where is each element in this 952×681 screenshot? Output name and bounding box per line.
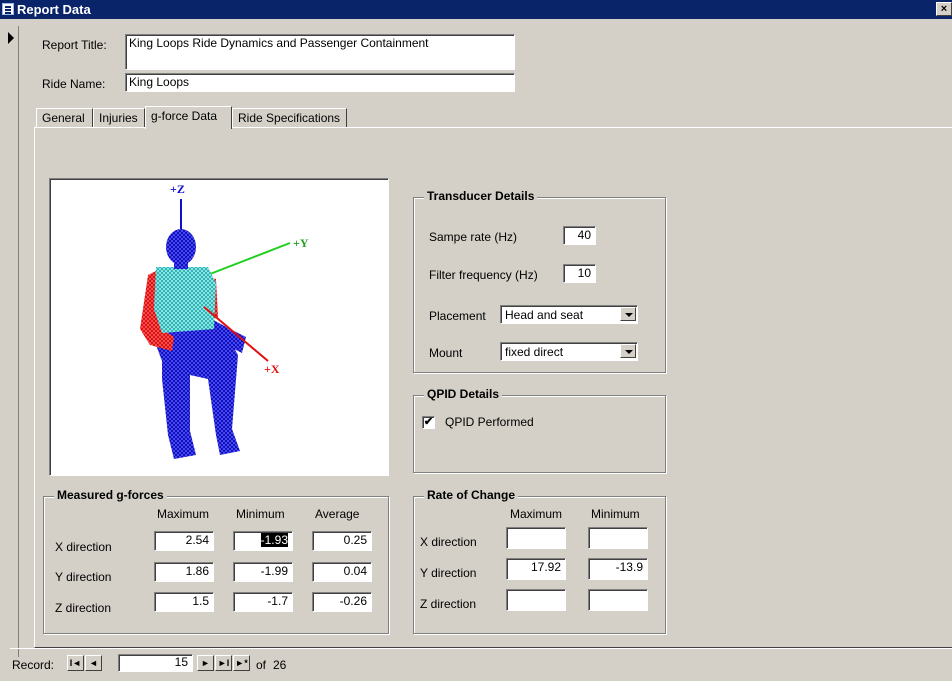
neck bbox=[174, 261, 188, 269]
y-axis-line bbox=[209, 242, 291, 275]
qpid-details-group: QPID Details bbox=[413, 387, 666, 473]
measured-x-min[interactable]: -1.93 bbox=[233, 531, 293, 551]
rate-z-max[interactable] bbox=[506, 589, 566, 611]
head bbox=[166, 229, 196, 265]
next-record-button[interactable]: ► bbox=[197, 655, 214, 671]
measured-y-avg[interactable]: 0.04 bbox=[312, 562, 372, 582]
mount-dropdown[interactable]: fixed direct bbox=[500, 342, 638, 361]
measured-z-avg[interactable]: -0.26 bbox=[312, 592, 372, 612]
placement-value: Head and seat bbox=[505, 308, 584, 322]
x-axis-label: +X bbox=[264, 362, 280, 376]
measured-x-max[interactable]: 2.54 bbox=[154, 531, 214, 551]
new-record-button[interactable]: ►* bbox=[233, 655, 250, 671]
rate-z-min[interactable] bbox=[588, 589, 648, 611]
measured-col-minimum: Minimum bbox=[236, 507, 285, 521]
ride-name-label: Ride Name: bbox=[42, 77, 106, 91]
torso bbox=[154, 267, 216, 333]
measured-z-max[interactable]: 1.5 bbox=[154, 592, 214, 612]
measured-g-forces-title: Measured g-forces bbox=[54, 488, 167, 502]
mount-value: fixed direct bbox=[505, 345, 564, 359]
measured-x-avg[interactable]: 0.25 bbox=[312, 531, 372, 551]
record-selector-bar[interactable] bbox=[4, 26, 19, 657]
report-title-label: Report Title: bbox=[42, 38, 107, 52]
tab-injuries[interactable]: Injuries bbox=[93, 108, 145, 128]
previous-record-button[interactable]: ◄ bbox=[85, 655, 102, 671]
measured-z-min[interactable]: -1.7 bbox=[233, 592, 293, 612]
record-label: Record: bbox=[12, 658, 55, 672]
z-axis-label: +Z bbox=[170, 182, 185, 196]
navigation-divider bbox=[10, 648, 952, 649]
rate-col-maximum: Maximum bbox=[510, 507, 563, 521]
measured-row-label: X direction bbox=[55, 540, 112, 554]
measured-col-average: Average bbox=[315, 507, 360, 521]
qpid-performed-label: QPID Performed bbox=[445, 415, 534, 429]
measured-x-min-value: -1.93 bbox=[260, 533, 288, 547]
qpid-details-title: QPID Details bbox=[424, 387, 503, 401]
qpid-performed-checkbox[interactable]: ✔ bbox=[422, 416, 435, 429]
record-total: 26 bbox=[273, 658, 287, 672]
last-record-button[interactable]: ►I bbox=[215, 655, 232, 671]
measured-row-label: Y direction bbox=[55, 570, 112, 584]
chevron-down-icon[interactable] bbox=[620, 344, 636, 358]
close-button[interactable]: × bbox=[936, 2, 952, 16]
record-of-label: of bbox=[256, 658, 267, 672]
record-number-field[interactable]: 15 bbox=[118, 654, 193, 672]
y-axis-label: +Y bbox=[293, 236, 309, 250]
current-record-arrow-icon bbox=[8, 32, 14, 44]
ride-name-field[interactable]: King Loops bbox=[125, 73, 515, 92]
rate-row-label: Z direction bbox=[420, 597, 477, 611]
window-title-bar: Report Data × bbox=[0, 0, 952, 19]
first-record-button[interactable]: I◄ bbox=[67, 655, 84, 671]
measured-col-maximum: Maximum bbox=[157, 507, 210, 521]
filter-frequency-field[interactable]: 10 bbox=[563, 264, 596, 283]
chevron-down-icon[interactable] bbox=[620, 307, 636, 321]
rate-x-min[interactable] bbox=[588, 527, 648, 549]
form-icon bbox=[2, 3, 14, 15]
window-title: Report Data bbox=[17, 2, 91, 17]
rate-of-change-title: Rate of Change bbox=[424, 488, 519, 502]
seated-passenger-wireframe: +Z +Y +X bbox=[140, 182, 309, 459]
measured-y-min[interactable]: -1.99 bbox=[233, 562, 293, 582]
sample-rate-field[interactable]: 40 bbox=[563, 226, 596, 245]
rate-col-minimum: Minimum bbox=[591, 507, 640, 521]
transducer-details-title: Transducer Details bbox=[424, 189, 538, 203]
filter-frequency-label: Filter frequency (Hz) bbox=[429, 268, 538, 282]
measured-y-max[interactable]: 1.86 bbox=[154, 562, 214, 582]
placement-label: Placement bbox=[429, 309, 486, 323]
placement-dropdown[interactable]: Head and seat bbox=[500, 305, 638, 324]
rate-y-min[interactable]: -13.9 bbox=[588, 558, 648, 580]
tab-g-force-data[interactable]: g-force Data bbox=[145, 106, 232, 129]
tab-general[interactable]: General bbox=[36, 108, 93, 128]
rate-row-label: Y direction bbox=[420, 566, 477, 580]
measured-row-label: Z direction bbox=[55, 601, 112, 615]
rate-x-max[interactable] bbox=[506, 527, 566, 549]
passenger-axes-image: +Z +Y +X bbox=[49, 178, 389, 476]
rate-y-max[interactable]: 17.92 bbox=[506, 558, 566, 580]
mount-label: Mount bbox=[429, 346, 463, 360]
rate-row-label: X direction bbox=[420, 535, 477, 549]
sample-rate-label: Sampe rate (Hz) bbox=[429, 230, 518, 244]
report-title-field[interactable]: King Loops Ride Dynamics and Passenger C… bbox=[125, 34, 515, 70]
tab-ride-specifications[interactable]: Ride Specifications bbox=[232, 108, 347, 128]
